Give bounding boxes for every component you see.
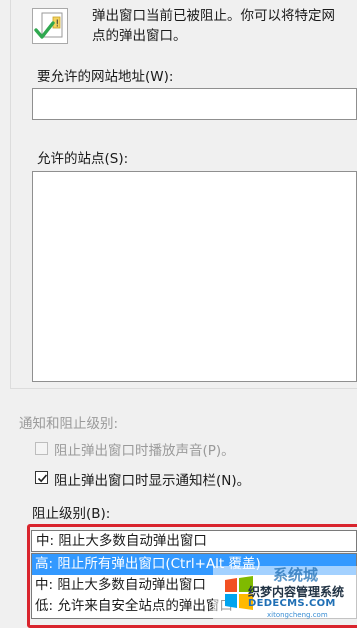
checkmark-icon (37, 474, 48, 483)
block-level-label: 阻止级别(B): (32, 506, 111, 522)
allowed-sites-list[interactable] (32, 171, 357, 382)
info-line-2: 点的弹出窗口。 (92, 28, 187, 44)
svg-text:!: ! (55, 19, 59, 30)
watermark-url: xitongcheng.com (267, 611, 328, 619)
sound-checkbox-label: 阻止弹出窗口时播放声音(P)。 (54, 443, 235, 459)
notify-bar-checkbox[interactable] (35, 471, 48, 484)
address-input[interactable] (32, 88, 357, 120)
svg-text:系统城: 系统城 (273, 566, 318, 584)
notify-group-label: 通知和阻止级别: (19, 416, 119, 432)
allowed-sites-label: 允许的站点(S): (37, 151, 129, 167)
sound-checkbox[interactable] (35, 442, 48, 455)
notify-bar-checkbox-label: 阻止弹出窗口时显示通知栏(N)。 (54, 473, 251, 489)
watermark-line2: DEDECMS.COM (248, 598, 336, 609)
info-line-1: 弹出窗口当前已被阻止。你可以将特定网 (92, 8, 335, 24)
block-level-selected-value: 中: 阻止大多数自动弹出窗口 (36, 533, 207, 549)
group-frame-left (10, 0, 11, 388)
address-label: 要允许的网站地址(W): (37, 69, 174, 85)
block-level-select[interactable]: 中: 阻止大多数自动弹出窗口 (31, 530, 357, 552)
popup-blocker-icon: ! (32, 8, 68, 44)
info-text: 弹出窗口当前已被阻止。你可以将特定网 点的弹出窗口。 (92, 6, 354, 46)
group-frame-bottom (10, 388, 357, 389)
